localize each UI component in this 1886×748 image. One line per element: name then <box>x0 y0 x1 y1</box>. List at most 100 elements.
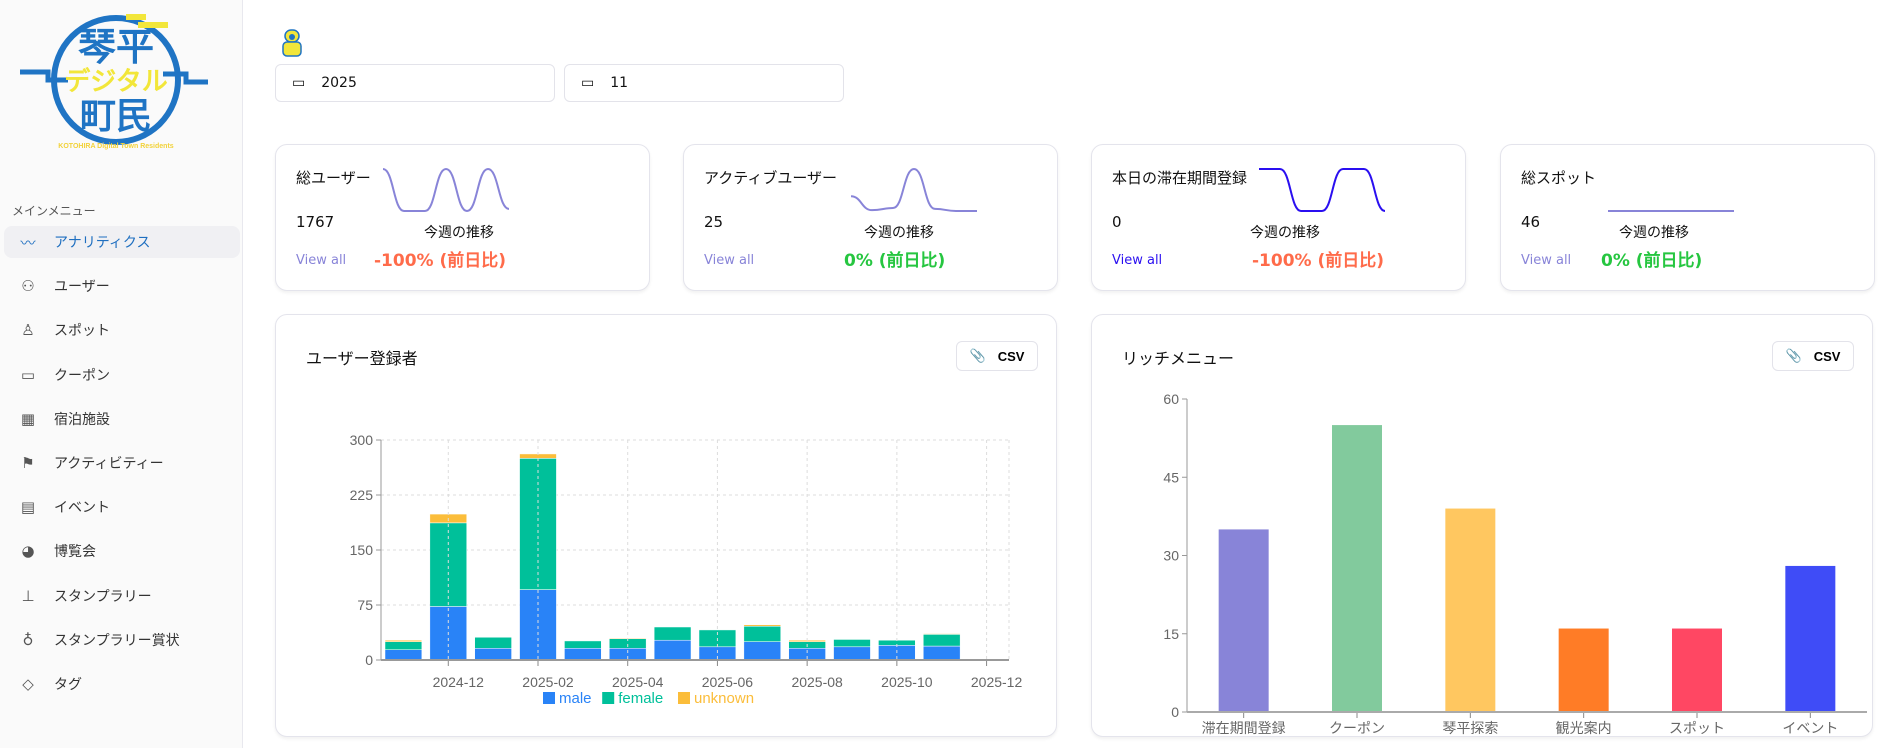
x-tick-label: 滞在期間登録 <box>1202 720 1286 736</box>
sidebar: 琴平 デジタル 町民 KOTOHIRA Digital Town Residen… <box>0 0 243 748</box>
weekly-trend-sparkline <box>382 167 510 213</box>
legend-swatch-male <box>543 692 555 704</box>
sidebar-item[interactable]: ⚇ ユーザー <box>4 270 240 302</box>
y-tick-label: 15 <box>1163 626 1179 642</box>
bar-male <box>833 646 871 661</box>
year-picker[interactable]: ▭ 2025 <box>275 64 555 102</box>
weekly-trend-label: 今週の推移 <box>1250 225 1320 241</box>
bar-female <box>564 640 602 649</box>
weekly-trend-label: 今週の推移 <box>424 225 494 241</box>
day-over-day-change: -100% (前日比) <box>374 251 507 271</box>
calendar-icon: ▤ <box>20 498 36 517</box>
bar-male <box>384 649 423 661</box>
weekly-trend-label: 今週の推移 <box>864 225 934 241</box>
x-tick-label: 2025-12 <box>971 674 1023 690</box>
bar-male <box>923 645 961 661</box>
sidebar-item[interactable]: 〰 アナリティクス <box>4 226 240 258</box>
sidebar-item[interactable]: ⚑ アクティビティー <box>4 447 240 479</box>
sidebar-item[interactable]: ▭ クーポン <box>4 359 240 391</box>
x-tick-label: 2025-04 <box>612 674 664 690</box>
sidebar-item-label: イベント <box>54 500 110 517</box>
kpi-card: 本日の滞在期間登録 0 View all 今週の推移 -100% (前日比) <box>1091 144 1466 291</box>
weekly-trend-sparkline <box>850 167 977 212</box>
user-registrations-chart: 0 75 150 225 300 2024-12 2025-02 2025-04 2025-06… <box>350 432 1023 707</box>
x-tick-label: 2025-10 <box>881 674 933 690</box>
sidebar-item-label: クーポン <box>54 367 110 384</box>
users-icon: ⚇ <box>21 277 35 296</box>
view-all-link[interactable]: View all <box>704 253 754 268</box>
sparkline-path <box>382 167 510 213</box>
y-tick-label: 30 <box>1163 548 1179 564</box>
ticket-icon: ▭ <box>20 365 36 384</box>
bar <box>1332 425 1382 712</box>
x-tick-label: クーポン <box>1329 720 1385 736</box>
bar-female <box>474 637 512 649</box>
x-tick-label: スポット <box>1669 720 1725 736</box>
bar-male <box>519 589 557 661</box>
y-tick-label: 0 <box>1171 704 1179 720</box>
sidebar-item[interactable]: ▦ 宿泊施設 <box>4 403 240 435</box>
sidebar-item[interactable]: ◇ タグ <box>4 668 240 700</box>
kotohira-logo[interactable]: 琴平 デジタル 町民 KOTOHIRA Digital Town Residen… <box>18 8 213 158</box>
bar-female <box>653 626 692 641</box>
sidebar-item[interactable]: ♙ スポット <box>4 314 240 346</box>
bar-male <box>653 639 692 661</box>
flag-icon: ⚑ <box>21 453 35 472</box>
bar <box>1445 508 1496 712</box>
x-tick-label: 琴平探索 <box>1442 720 1498 736</box>
view-all-link[interactable]: View all <box>1521 253 1571 268</box>
bar <box>1785 565 1836 712</box>
svg-text:町民: 町民 <box>80 95 152 136</box>
legend-swatch-female <box>602 692 615 704</box>
y-tick-label: 45 <box>1163 469 1179 485</box>
bar-female <box>384 641 423 650</box>
sidebar-item[interactable]: ⊥ スタンプラリー <box>4 580 240 612</box>
bar-female <box>833 639 871 648</box>
kpi-card: アクティブユーザー 25 View all 今週の推移 0% (前日比) <box>683 144 1058 291</box>
map-pin-user-icon: ♙ <box>21 321 35 340</box>
sidebar-item-label: スタンプラリー <box>54 588 152 605</box>
sidebar-item[interactable]: ♁ スタンプラリー賞状 <box>4 624 240 656</box>
svg-text:琴平: 琴平 <box>78 27 154 69</box>
sidebar-item[interactable]: ▤ イベント <box>4 491 240 523</box>
x-tick-label: 2025-06 <box>702 674 754 690</box>
x-tick-label: 観光案内 <box>1556 720 1612 736</box>
sidebar-item-label: アナリティクス <box>54 235 151 251</box>
bar-male <box>474 648 512 661</box>
year-value: 2025 <box>321 75 357 91</box>
y-tick-label: 0 <box>365 652 373 668</box>
sparkline-path <box>850 167 977 212</box>
view-all-link[interactable]: View all <box>296 253 346 268</box>
sidebar-item-label: スタンプラリー賞状 <box>54 632 180 649</box>
sidebar-item[interactable]: ◕ 博覧会 <box>4 535 240 567</box>
mascot-icon <box>282 29 302 57</box>
y-tick-label: 60 <box>1163 391 1179 407</box>
bar <box>1558 628 1609 712</box>
stamp-icon: ⊥ <box>21 586 35 605</box>
day-over-day-change: -100% (前日比) <box>1252 251 1385 271</box>
rich-menu-chart: 0 15 30 45 60 滞在期間登録 クーポン 琴平探索 観光案内 スポット イベント <box>1163 391 1867 736</box>
legend-label-male: male <box>559 690 592 707</box>
kpi-title: 総スポット <box>1521 169 1597 187</box>
main-menu: 〰 アナリティクス ⚇ ユーザー ♙ スポット ▭ クーポン ▦ 宿泊施設 ⚑ アクティビティー ▤ イベ… <box>4 226 240 712</box>
kpi-title: 本日の滞在期間登録 <box>1112 169 1248 187</box>
sidebar-item-label: 宿泊施設 <box>54 411 110 428</box>
weekly-trend-label: 今週の推移 <box>1619 225 1689 241</box>
weekly-trend-sparkline <box>1608 210 1734 212</box>
chart-line-icon: 〰 <box>20 233 36 252</box>
kpi-title: 総ユーザー <box>296 169 371 187</box>
day-over-day-change: 0% (前日比) <box>844 251 946 271</box>
x-tick-label: 2024-12 <box>433 674 485 690</box>
kpi-card: 総スポット 46 View all 今週の推移 0% (前日比) <box>1500 144 1875 291</box>
legend-label-female: female <box>618 690 663 707</box>
sidebar-item-label: アクティビティー <box>54 455 164 472</box>
view-all-link[interactable]: View all <box>1112 253 1162 268</box>
svg-text:デジタル: デジタル <box>64 66 167 96</box>
x-tick-label: イベント <box>1782 720 1838 736</box>
legend-label-unknown: unknown <box>694 690 754 707</box>
building-icon: ▦ <box>20 409 36 428</box>
month-picker[interactable]: ▭ 11 <box>564 64 844 102</box>
kpi-title: アクティブユーザー <box>704 169 838 187</box>
sparkline-path <box>1259 168 1386 212</box>
calendar-icon: ▭ <box>292 75 306 91</box>
